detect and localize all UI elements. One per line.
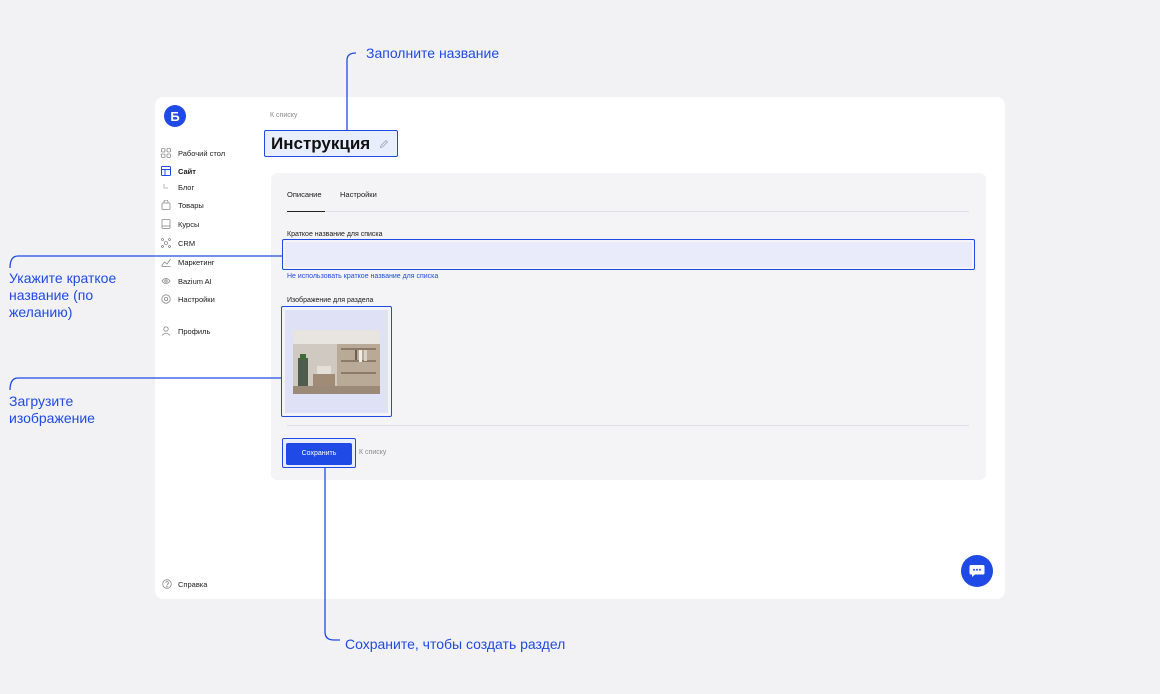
callout-image: Загрузите изображение	[9, 393, 95, 426]
sidebar-item-site[interactable]: Сайт	[161, 165, 196, 177]
image-upload-highlight	[281, 306, 392, 417]
tab-active-indicator	[287, 211, 325, 212]
sidebar-item-marketing[interactable]: Маркетинг	[161, 256, 214, 268]
chart-icon	[161, 257, 171, 267]
network-icon	[161, 238, 171, 248]
book-icon	[161, 219, 171, 229]
save-button[interactable]: Сохранить	[286, 442, 352, 465]
sub-arrow-icon	[161, 182, 171, 192]
sidebar-item-blog[interactable]: Блог	[161, 181, 194, 193]
save-highlight: Сохранить	[282, 438, 356, 468]
sidebar-item-label: Сайт	[178, 166, 196, 176]
user-icon	[161, 326, 171, 336]
callout-title: Заполните название	[366, 45, 500, 61]
sidebar-item-label: Профиль	[178, 326, 211, 336]
sidebar-item-label: Настройки	[178, 294, 215, 304]
help-icon	[162, 579, 172, 589]
sidebar-item-label: Курсы	[178, 219, 200, 229]
no-short-name-link[interactable]: Не использовать краткое название для спи…	[287, 273, 438, 280]
app-window: Б Рабочий стол Сайт Блог Товары Курсы CR…	[155, 97, 1005, 599]
image-label: Изображение для раздела	[287, 297, 374, 304]
short-name-input[interactable]	[285, 242, 972, 267]
sidebar-item-label: CRM	[178, 238, 196, 248]
short-name-field-highlight	[282, 239, 975, 270]
sidebar-item-help[interactable]: Справка	[162, 579, 207, 589]
sidebar-item-products[interactable]: Товары	[161, 199, 204, 211]
tab-settings[interactable]: Настройки	[340, 190, 377, 199]
image-upload[interactable]	[285, 310, 388, 413]
sidebar-item-bazium-ai[interactable]: Bazium AI	[161, 275, 212, 287]
layout-icon	[161, 166, 171, 176]
gear-icon	[161, 294, 171, 304]
interior-photo	[293, 329, 380, 394]
logo[interactable]: Б	[164, 105, 186, 127]
chat-icon	[969, 565, 985, 577]
form-card: Описание Настройки Краткое название для …	[271, 173, 986, 480]
callout-save: Сохраните, чтобы создать раздел	[345, 636, 566, 652]
sidebar-item-label: Товары	[178, 200, 204, 210]
ai-icon	[161, 276, 171, 286]
sidebar-item-label: Рабочий стол	[178, 148, 226, 158]
sidebar-item-profile[interactable]: Профиль	[161, 325, 210, 337]
pencil-icon[interactable]	[379, 139, 389, 149]
short-name-label: Краткое название для списка	[287, 231, 383, 238]
back-to-list-link[interactable]: К списку	[359, 449, 386, 456]
tab-description[interactable]: Описание	[287, 190, 322, 199]
callout-short-name: Укажите краткое название (по желанию)	[9, 270, 117, 320]
tabs-divider	[287, 211, 969, 212]
sidebar-item-settings[interactable]: Настройки	[161, 293, 215, 305]
sidebar-item-courses[interactable]: Курсы	[161, 218, 199, 230]
card-divider	[287, 425, 969, 426]
sidebar-item-crm[interactable]: CRM	[161, 237, 195, 249]
sidebar-item-label: Блог	[178, 182, 195, 192]
page-title[interactable]: Инструкция	[271, 134, 370, 154]
grid-icon	[161, 148, 171, 158]
title-highlight[interactable]: Инструкция	[264, 130, 398, 157]
breadcrumb[interactable]: К списку	[270, 112, 297, 119]
bag-icon	[161, 200, 171, 210]
sidebar-item-label: Маркетинг	[178, 257, 215, 267]
help-label: Справка	[178, 579, 208, 589]
sidebar-item-desktop[interactable]: Рабочий стол	[161, 147, 225, 159]
sidebar-item-label: Bazium AI	[178, 276, 212, 286]
chat-button[interactable]	[961, 555, 993, 587]
